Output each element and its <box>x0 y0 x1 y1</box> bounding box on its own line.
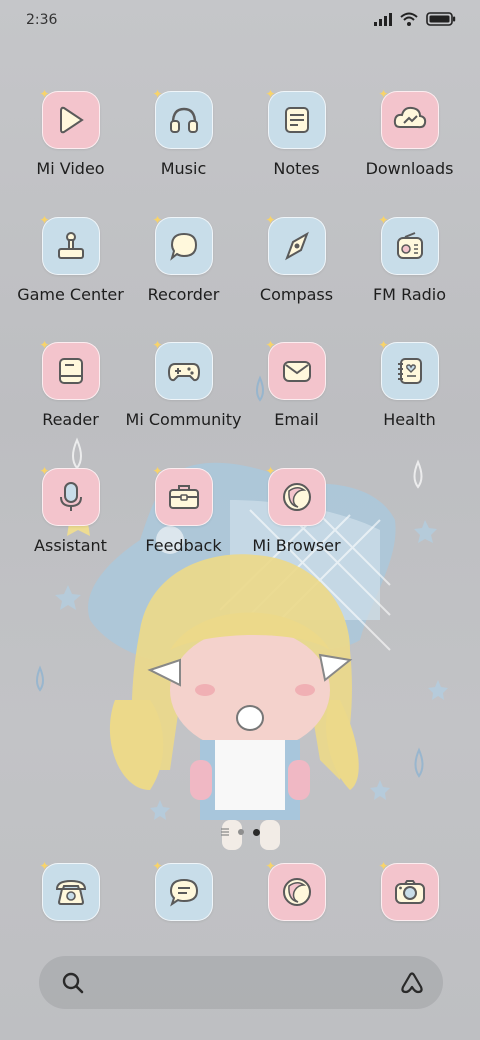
app-tile[interactable]: ✦ <box>265 859 326 921</box>
app-music[interactable]: ✦ Music <box>127 87 240 203</box>
app-label: Mi Community <box>125 410 242 429</box>
sparkle-icon: ✦ <box>152 213 163 227</box>
app-mi-video[interactable]: ✦ Mi Video <box>14 87 127 203</box>
sparkle-icon: ✦ <box>265 213 276 227</box>
sparkle-icon: ✦ <box>39 213 50 227</box>
notepad-icon <box>284 107 309 133</box>
app-label: Feedback <box>145 536 222 555</box>
app-tile[interactable]: ✦ <box>265 87 326 149</box>
browser-globe-icon <box>282 878 311 906</box>
sparkle-icon: ✦ <box>265 464 276 478</box>
app-assistant[interactable]: ✦ Assistant <box>14 464 127 580</box>
app-reader[interactable]: ✦ Reader <box>14 338 127 454</box>
sparkle-icon: ✦ <box>378 859 389 873</box>
sparkle-icon: ✦ <box>39 87 50 101</box>
speech-bubble-icon <box>169 232 197 261</box>
sparkle-icon: ✦ <box>265 338 276 352</box>
play-icon <box>59 106 84 134</box>
sparkle-icon: ✦ <box>152 338 163 352</box>
page-dot-active[interactable] <box>252 828 260 836</box>
app-label: Assistant <box>34 536 107 555</box>
compass-icon <box>284 231 309 261</box>
cloud-download-icon <box>393 106 426 129</box>
app-tile[interactable]: ✦ <box>265 213 326 275</box>
sparkle-icon: ✦ <box>378 213 389 227</box>
app-compass[interactable]: ✦ Compass <box>240 213 353 329</box>
app-tile[interactable]: ✦ <box>378 338 439 400</box>
app-label: Compass <box>259 285 334 304</box>
app-tile[interactable]: ✦ <box>152 338 213 400</box>
sparkle-icon: ✦ <box>152 87 163 101</box>
app-tile[interactable]: ✦ <box>39 464 100 526</box>
app-label: Downloads <box>365 159 454 178</box>
sparkle-icon: ✦ <box>265 87 276 101</box>
app-label: Reader <box>42 410 99 429</box>
browser-globe-icon <box>282 483 311 511</box>
sparkle-icon: ✦ <box>152 859 163 873</box>
message-icon <box>169 878 198 907</box>
app-label: Mi Video <box>36 159 105 178</box>
headphones-icon <box>169 107 198 133</box>
app-tile[interactable]: ✦ <box>378 859 439 921</box>
sparkle-icon: ✦ <box>378 87 389 101</box>
app-game-center[interactable]: ✦ Game Center <box>14 213 127 329</box>
app-notes[interactable]: ✦ Notes <box>240 87 353 203</box>
app-tile[interactable]: ✦ <box>39 87 100 149</box>
app-tile[interactable]: ✦ <box>378 87 439 149</box>
app-tile[interactable]: ✦ <box>152 464 213 526</box>
app-tile[interactable]: ✦ <box>378 213 439 275</box>
app-email[interactable]: ✦ Email <box>240 338 353 454</box>
book-icon <box>58 358 83 384</box>
radio-icon <box>396 232 423 259</box>
sparkle-icon: ✦ <box>152 464 163 478</box>
envelope-icon <box>282 361 311 382</box>
assistant-a-icon[interactable] <box>399 970 425 996</box>
app-tile[interactable]: ✦ <box>152 213 213 275</box>
app-mi-community[interactable]: ✦ Mi Community <box>125 338 242 454</box>
joystick-icon <box>57 232 84 259</box>
app-recorder[interactable]: ✦ Recorder <box>127 213 240 329</box>
app-fm-radio[interactable]: ✦ FM Radio <box>353 213 466 329</box>
app-label: Recorder <box>147 285 220 304</box>
page-dot[interactable] <box>237 829 244 835</box>
app-mi-browser[interactable]: ✦ Mi Browser <box>240 464 353 580</box>
sparkle-icon: ✦ <box>39 464 50 478</box>
app-tile[interactable]: ✦ <box>265 464 326 526</box>
app-label: FM Radio <box>372 285 447 304</box>
app-label: Email <box>274 410 319 429</box>
gamepad-icon <box>167 363 200 382</box>
sparkle-icon: ✦ <box>39 338 50 352</box>
app-label: Music <box>160 159 207 178</box>
page-indicator[interactable] <box>0 828 480 836</box>
sparkle-icon: ✦ <box>265 859 276 873</box>
app-tile[interactable]: ✦ <box>39 338 100 400</box>
app-tile[interactable]: ✦ <box>152 87 213 149</box>
wifi-icon <box>400 12 418 26</box>
app-feedback[interactable]: ✦ Feedback <box>127 464 240 580</box>
app-label: Health <box>383 410 436 429</box>
toolbox-icon <box>168 485 199 509</box>
app-tile[interactable]: ✦ <box>39 213 100 275</box>
app-label: Mi Browser <box>252 536 341 555</box>
menu-lines-icon <box>220 828 229 836</box>
telephone-icon <box>55 879 86 905</box>
microphone-icon <box>59 482 82 511</box>
battery-icon <box>426 12 456 26</box>
app-label: Game Center <box>17 285 124 304</box>
signal-icon <box>374 13 392 26</box>
app-downloads[interactable]: ✦ Downloads <box>353 87 466 203</box>
heart-notebook-icon <box>397 358 422 384</box>
search-icon[interactable] <box>61 971 85 995</box>
app-label: Notes <box>273 159 320 178</box>
sparkle-icon: ✦ <box>378 338 389 352</box>
sparkle-icon: ✦ <box>39 859 50 873</box>
app-tile[interactable]: ✦ <box>265 338 326 400</box>
status-time: 2:36 <box>26 12 58 28</box>
app-tile[interactable]: ✦ <box>152 859 213 921</box>
camera-icon <box>394 880 425 904</box>
app-health[interactable]: ✦ Health <box>353 338 466 454</box>
search-bar[interactable] <box>39 956 443 1009</box>
status-bar: 2:36 <box>0 0 480 44</box>
app-tile[interactable]: ✦ <box>39 859 100 921</box>
